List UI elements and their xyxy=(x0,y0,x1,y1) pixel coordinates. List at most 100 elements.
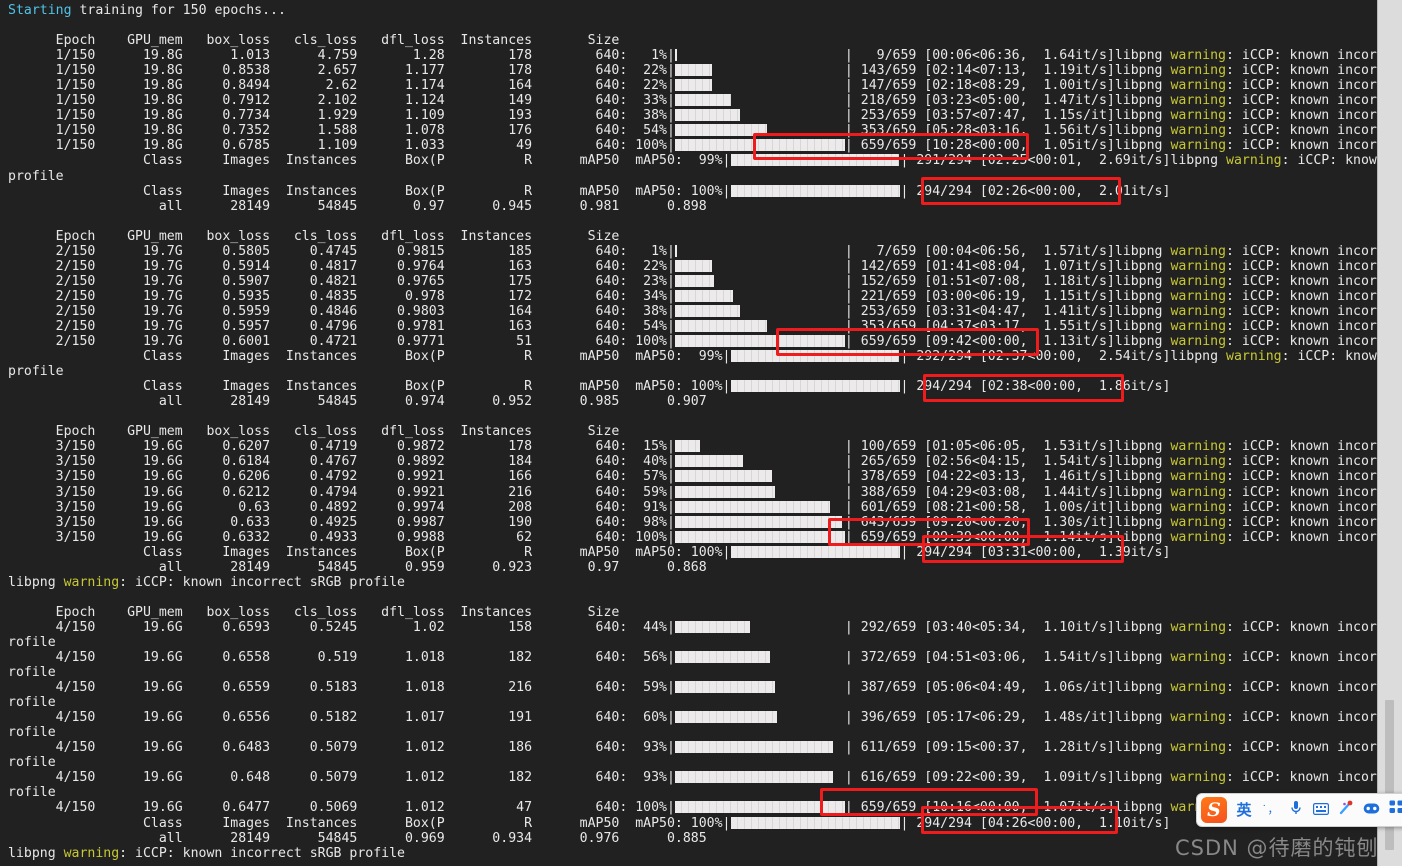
progress-bar xyxy=(674,771,834,784)
interleaved-warning-fragment: rofile xyxy=(8,695,56,711)
progress-bar xyxy=(674,94,732,107)
progress-bar xyxy=(730,816,901,829)
emoji-face-icon[interactable] xyxy=(1363,800,1380,820)
interleaved-warning-fragment: rofile xyxy=(8,725,56,741)
train-row: 2/150 19.7G 0.5957 0.4796 0.9781 163 640… xyxy=(8,318,1378,334)
train-row: 4/150 19.6G 0.6477 0.5069 1.012 47 640: … xyxy=(8,800,1378,816)
progress-bar xyxy=(674,801,845,814)
progress-bar xyxy=(674,289,733,302)
train-column-headers: Epoch GPU_mem box_loss cls_loss dfl_loss… xyxy=(8,228,620,244)
train-column-headers: Epoch GPU_mem box_loss cls_loss dfl_loss… xyxy=(8,33,620,49)
progress-bar xyxy=(674,500,830,513)
train-row: 3/150 19.6G 0.6206 0.4792 0.9921 166 640… xyxy=(8,469,1378,485)
progress-bar xyxy=(674,259,713,272)
terminal-output: Starting training for 150 epochs... Epoc… xyxy=(8,3,1378,866)
sogou-ime-toolbar[interactable]: S 英 ˙， xyxy=(1196,793,1402,827)
progress-bar xyxy=(674,485,776,498)
train-row: 3/150 19.6G 0.6332 0.4933 0.9988 62 640:… xyxy=(8,529,1378,545)
train-row: 1/150 19.8G 1.013 4.759 1.28 178 640: 1%… xyxy=(8,48,1378,64)
progress-bar xyxy=(674,455,743,468)
train-row: 1/150 19.8G 0.8494 2.62 1.174 164 640: 2… xyxy=(8,78,1378,94)
progress-bar xyxy=(674,470,772,483)
progress-bar xyxy=(674,304,740,317)
progress-bar xyxy=(730,350,899,363)
train-row: 3/150 19.6G 0.6184 0.4767 0.9892 184 640… xyxy=(8,454,1378,470)
progress-bar xyxy=(674,109,740,122)
train-row: 1/150 19.8G 0.7912 2.102 1.124 149 640: … xyxy=(8,93,1378,109)
progress-bar xyxy=(674,79,713,92)
val-column-headers: Class Images Instances Box(P R mAP50 mAP… xyxy=(8,544,1171,560)
train-row: 4/150 19.6G 0.6559 0.5183 1.018 216 640:… xyxy=(8,680,1378,696)
train-row: 2/150 19.7G 0.5914 0.4817 0.9764 163 640… xyxy=(8,258,1378,274)
train-row: 2/150 19.7G 0.5907 0.4821 0.9765 175 640… xyxy=(8,273,1378,289)
val-column-headers: Class Images Instances Box(P R mAP50 mAP… xyxy=(8,349,1378,365)
progress-bar xyxy=(674,741,834,754)
train-row: 1/150 19.8G 0.7734 1.929 1.109 193 640: … xyxy=(8,108,1378,124)
progress-bar xyxy=(674,244,677,257)
val-summary-row: all 28149 54845 0.969 0.934 0.976 0.885 xyxy=(8,830,707,846)
progress-bar xyxy=(730,184,901,197)
libpng-warning-line: libpng warning: iCCP: known incorrect sR… xyxy=(8,845,405,861)
train-row: 2/150 19.7G 0.5959 0.4846 0.9803 164 640… xyxy=(8,303,1378,319)
train-row: 4/150 19.6G 0.6483 0.5079 1.012 186 640:… xyxy=(8,740,1378,756)
progress-bar xyxy=(730,154,899,167)
interleaved-warning-fragment: rofile xyxy=(8,755,56,771)
train-row: 3/150 19.6G 0.63 0.4892 0.9974 208 640: … xyxy=(8,499,1378,515)
train-row: 1/150 19.8G 0.7352 1.588 1.078 176 640: … xyxy=(8,123,1378,139)
train-row: 4/150 19.6G 0.6558 0.519 1.018 182 640: … xyxy=(8,650,1378,666)
emoji-glyph xyxy=(1363,803,1379,814)
terminal-scrollbar[interactable] xyxy=(1377,0,1402,866)
progress-bar xyxy=(674,681,776,694)
progress-bar xyxy=(674,274,715,287)
val-summary-row: all 28149 54845 0.97 0.945 0.981 0.898 xyxy=(8,198,707,214)
soft-keyboard-icon[interactable] xyxy=(1312,800,1329,820)
train-row: 3/150 19.6G 0.6212 0.4794 0.9921 216 640… xyxy=(8,484,1378,500)
interleaved-warning-fragment: rofile xyxy=(8,634,56,650)
train-row: 3/150 19.6G 0.633 0.4925 0.9987 190 640:… xyxy=(8,514,1378,530)
progress-bar xyxy=(674,651,771,664)
progress-bar xyxy=(674,139,845,152)
val-column-headers-final: Class Images Instances Box(P R mAP50 mAP… xyxy=(8,379,1171,395)
progress-bar xyxy=(674,335,845,348)
keyboard-glyph xyxy=(1312,803,1329,816)
progress-bar xyxy=(674,124,767,137)
progress-bar xyxy=(674,620,750,633)
magic-wand-icon[interactable] xyxy=(1338,800,1354,821)
train-row: 1/150 19.8G 0.8538 2.657 1.177 178 640: … xyxy=(8,63,1378,79)
progress-bar xyxy=(674,49,677,62)
interleaved-warning-fragment: rofile xyxy=(8,785,56,801)
train-column-headers: Epoch GPU_mem box_loss cls_loss dfl_loss… xyxy=(8,604,620,620)
train-row: 4/150 19.6G 0.6593 0.5245 1.02 158 640: … xyxy=(8,619,1378,635)
scrollbar-thumb[interactable] xyxy=(1385,700,1394,850)
train-row: 4/150 19.6G 0.648 0.5079 1.012 182 640: … xyxy=(8,770,1378,786)
comma-period-icon[interactable]: ˙， xyxy=(1261,800,1279,820)
train-row: 2/150 19.7G 0.5935 0.4835 0.978 172 640:… xyxy=(8,288,1378,304)
microphone-glyph xyxy=(1290,800,1301,814)
val-column-headers-final: Class Images Instances Box(P R mAP50 mAP… xyxy=(8,183,1171,199)
ime-mode-label[interactable]: 英 xyxy=(1236,800,1252,820)
microphone-icon[interactable] xyxy=(1288,800,1304,821)
terminal-window[interactable]: Starting training for 150 epochs... Epoc… xyxy=(0,0,1378,866)
header-line: Starting training for 150 epochs... xyxy=(8,3,286,18)
sogou-logo-icon[interactable]: S xyxy=(1201,797,1227,823)
progress-bar xyxy=(674,530,845,543)
wand-glyph xyxy=(1339,800,1353,814)
app-grid-icon[interactable] xyxy=(1389,800,1402,821)
progress-bar xyxy=(674,64,713,77)
val-summary-row: all 28149 54845 0.959 0.923 0.97 0.868 xyxy=(8,559,707,575)
libpng-warning-line: libpng warning: iCCP: known incorrect sR… xyxy=(8,574,405,590)
progress-bar xyxy=(730,380,901,393)
train-row: 2/150 19.7G 0.5805 0.4745 0.9815 185 640… xyxy=(8,243,1378,259)
progress-bar xyxy=(674,711,777,724)
val-summary-row: all 28149 54845 0.974 0.952 0.985 0.907 xyxy=(8,394,707,410)
progress-bar xyxy=(674,515,842,528)
train-row: 4/150 19.6G 0.6556 0.5182 1.017 191 640:… xyxy=(8,710,1378,726)
train-row: 3/150 19.6G 0.6207 0.4719 0.9872 178 640… xyxy=(8,439,1378,455)
profile-fragment: profile xyxy=(8,168,64,184)
interleaved-warning-fragment: rofile xyxy=(8,665,56,681)
train-row: 1/150 19.8G 0.6785 1.109 1.033 49 640: 1… xyxy=(8,138,1378,154)
